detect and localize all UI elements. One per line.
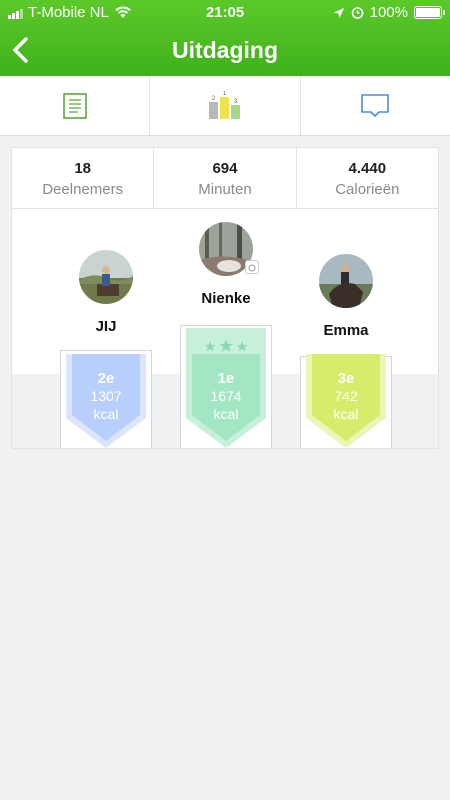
ribbon-calories: 1307 <box>90 388 122 404</box>
tab-ranking[interactable]: 2 1 3 <box>150 76 301 135</box>
podium-icon-label: 1 <box>223 91 227 97</box>
tab-bar: 2 1 3 <box>0 76 450 136</box>
stat-calories: 4.440 Calorieën <box>297 148 438 208</box>
avatar-second[interactable] <box>79 250 133 304</box>
stat-value: 4.440 <box>348 160 387 177</box>
tab-chat[interactable] <box>301 76 450 135</box>
ribbon-calories: 1674 <box>210 388 242 404</box>
participant-name-first: Nienke <box>201 290 251 307</box>
status-bar: T-Mobile NL 21:05 100% <box>0 4 450 22</box>
stat-value: 694 <box>212 160 238 177</box>
ribbon-unit: kcal <box>93 406 119 422</box>
podium-icon: 2 1 3 <box>208 91 240 119</box>
ribbon-calories: 742 <box>334 388 358 404</box>
ribbon-rank: 2e <box>97 370 115 387</box>
ribbon-rank: 3e <box>337 370 355 387</box>
avatar-third[interactable] <box>319 254 373 308</box>
stat-participants: 18 Deelnemers <box>12 148 155 208</box>
participant-name-second: JIJ <box>95 318 117 335</box>
badge-icon <box>245 260 259 274</box>
stat-label: Deelnemers <box>42 181 124 198</box>
stats-row: 18 Deelnemers 694 Minuten 4.440 Calorieë… <box>12 148 438 209</box>
app-header: T-Mobile NL 21:05 100% Uitdaging <box>0 0 450 76</box>
stat-label: Calorieën <box>335 181 400 198</box>
participant-name-third: Emma <box>323 322 369 339</box>
podium-icon-label: 3 <box>234 99 238 105</box>
ribbon-unit: kcal <box>213 406 239 422</box>
ribbon-first: 1e 1674 kcal <box>186 328 266 448</box>
tab-list[interactable] <box>0 76 151 135</box>
stat-minutes: 694 Minuten <box>154 148 297 208</box>
podium: JIJ Nienke Emma 2e 1307 kcal 1e 1674 kca… <box>12 210 438 448</box>
stat-label: Minuten <box>198 181 252 198</box>
ribbon-second: 2e 1307 kcal <box>66 354 146 448</box>
ribbon-rank: 1e <box>217 370 235 387</box>
stars-icon <box>204 339 248 352</box>
chat-bubble-icon <box>361 93 390 117</box>
status-right: 100% <box>333 4 445 21</box>
challenge-card: 18 Deelnemers 694 Minuten 4.440 Calorieë… <box>11 147 439 449</box>
alarm-icon <box>351 7 363 19</box>
page-title: Uitdaging <box>171 37 279 63</box>
battery-icon <box>414 6 445 19</box>
ribbon-unit: kcal <box>333 406 359 422</box>
document-list-icon <box>62 92 87 119</box>
ribbon-third: 3e 742 kcal <box>306 354 386 448</box>
podium-icon-label: 2 <box>212 96 216 102</box>
battery-percent: 100% <box>369 4 408 21</box>
location-icon <box>333 7 344 18</box>
stat-value: 18 <box>74 160 91 177</box>
